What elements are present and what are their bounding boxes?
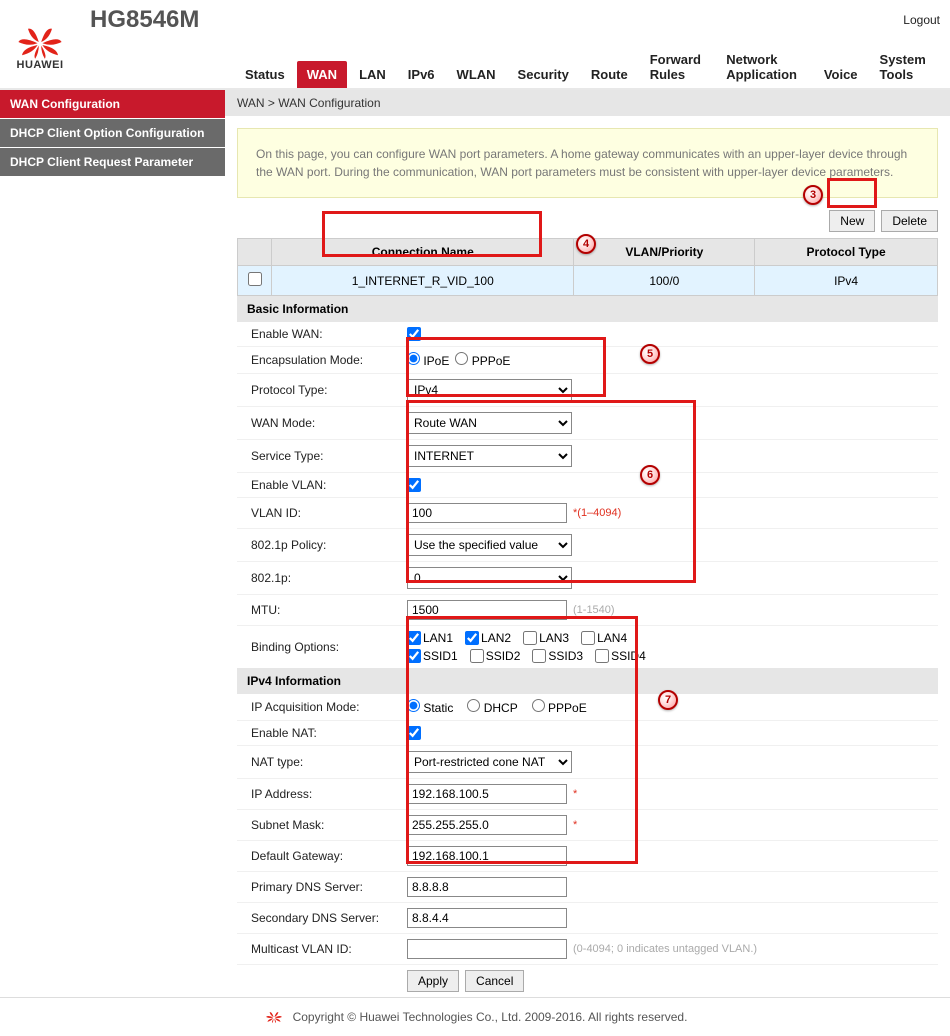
huawei-icon bbox=[10, 23, 70, 61]
col-select bbox=[238, 239, 272, 266]
nav-system-tools[interactable]: System Tools bbox=[870, 46, 940, 88]
annotation-box-6 bbox=[406, 400, 696, 583]
nav-status[interactable]: Status bbox=[235, 61, 295, 88]
lbl-dns2: Secondary DNS Server: bbox=[237, 911, 407, 925]
lbl-8021p-policy: 802.1p Policy: bbox=[237, 538, 407, 552]
nav-lan[interactable]: LAN bbox=[349, 61, 396, 88]
lbl-ip-acq: IP Acquisition Mode: bbox=[237, 700, 407, 714]
model-title: HG8546M bbox=[90, 6, 903, 34]
callout-3: 3 bbox=[803, 185, 823, 205]
apply-button[interactable]: Apply bbox=[407, 970, 459, 992]
lbl-proto-type: Protocol Type: bbox=[237, 383, 407, 397]
lbl-subnet: Subnet Mask: bbox=[237, 818, 407, 832]
nav-security[interactable]: Security bbox=[508, 61, 579, 88]
nav-voice[interactable]: Voice bbox=[814, 61, 868, 88]
lbl-gateway: Default Gateway: bbox=[237, 849, 407, 863]
annotation-box-4 bbox=[322, 211, 542, 257]
col-proto: Protocol Type bbox=[755, 239, 938, 266]
col-vlan: VLAN/Priority bbox=[574, 239, 755, 266]
delete-button[interactable]: Delete bbox=[881, 210, 938, 232]
lbl-service-type: Service Type: bbox=[237, 449, 407, 463]
callout-6: 6 bbox=[640, 465, 660, 485]
row-name: 1_INTERNET_R_VID_100 bbox=[272, 266, 574, 296]
lbl-vlan-id: VLAN ID: bbox=[237, 506, 407, 520]
sidebar-item[interactable]: DHCP Client Request Parameter bbox=[0, 148, 225, 177]
lbl-enable-nat: Enable NAT: bbox=[237, 726, 407, 740]
callout-5: 5 bbox=[640, 344, 660, 364]
nav-wan[interactable]: WAN bbox=[297, 61, 347, 88]
lbl-enable-vlan: Enable VLAN: bbox=[237, 478, 407, 492]
main-nav: StatusWANLANIPv6WLANSecurityRouteForward… bbox=[90, 34, 940, 88]
nav-ipv6[interactable]: IPv6 bbox=[398, 61, 445, 88]
row-proto: IPv4 bbox=[755, 266, 938, 296]
breadcrumb: WAN > WAN Configuration bbox=[225, 90, 950, 116]
section-basic: Basic Information bbox=[237, 296, 938, 322]
sidebar-item[interactable]: DHCP Client Option Configuration bbox=[0, 119, 225, 148]
sidebar: WAN ConfigurationDHCP Client Option Conf… bbox=[0, 90, 225, 997]
lbl-wan-mode: WAN Mode: bbox=[237, 416, 407, 430]
sidebar-item[interactable]: WAN Configuration bbox=[0, 90, 225, 119]
footer: Copyright © Huawei Technologies Co., Ltd… bbox=[0, 997, 950, 1036]
huawei-icon bbox=[263, 1010, 285, 1024]
new-button[interactable]: New bbox=[829, 210, 875, 232]
row-vlan: 100/0 bbox=[574, 266, 755, 296]
lbl-binding: Binding Options: bbox=[237, 640, 407, 654]
lbl-mc-vlan: Multicast VLAN ID: bbox=[237, 942, 407, 956]
brand-text: HUAWEI bbox=[17, 59, 64, 71]
dns2-input[interactable] bbox=[407, 908, 567, 928]
annotation-box-5 bbox=[406, 337, 606, 397]
row-select-checkbox[interactable] bbox=[248, 272, 262, 286]
lbl-nat-type: NAT type: bbox=[237, 755, 407, 769]
callout-7: 7 bbox=[658, 690, 678, 710]
footer-text: Copyright © Huawei Technologies Co., Ltd… bbox=[293, 1010, 688, 1024]
lbl-mtu: MTU: bbox=[237, 603, 407, 617]
annotation-box-3 bbox=[827, 178, 877, 208]
nav-route[interactable]: Route bbox=[581, 61, 638, 88]
brand-logo: HUAWEI bbox=[10, 23, 70, 71]
cancel-button[interactable]: Cancel bbox=[465, 970, 524, 992]
lbl-8021p: 802.1p: bbox=[237, 571, 407, 585]
dns1-input[interactable] bbox=[407, 877, 567, 897]
nav-network-application[interactable]: Network Application bbox=[716, 46, 812, 88]
lbl-dns1: Primary DNS Server: bbox=[237, 880, 407, 894]
lbl-enable-wan: Enable WAN: bbox=[237, 327, 407, 341]
logout-link[interactable]: Logout bbox=[903, 13, 940, 27]
lbl-encap: Encapsulation Mode: bbox=[237, 353, 407, 367]
mc-vlan-input[interactable] bbox=[407, 939, 567, 959]
annotation-box-7 bbox=[406, 616, 638, 864]
lbl-ip-addr: IP Address: bbox=[237, 787, 407, 801]
nav-wlan[interactable]: WLAN bbox=[447, 61, 506, 88]
nav-forward-rules[interactable]: Forward Rules bbox=[640, 46, 715, 88]
table-row[interactable]: 1_INTERNET_R_VID_100 100/0 IPv4 bbox=[238, 266, 938, 296]
callout-4: 4 bbox=[576, 234, 596, 254]
